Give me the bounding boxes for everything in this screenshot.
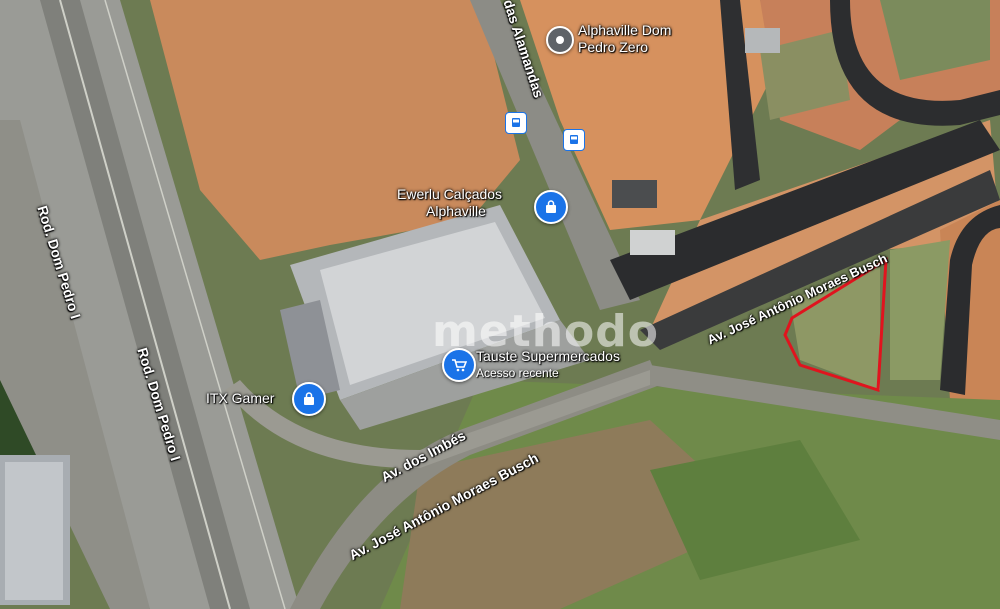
satellite-map[interactable]: methodo Alphaville Dom Pedro Zero Ewerlu… — [0, 0, 1000, 609]
poi-alphaville-line1[interactable]: Alphaville Dom — [578, 22, 671, 39]
shopping-bag-icon[interactable] — [292, 382, 326, 416]
poi-alphaville-line2[interactable]: Pedro Zero — [578, 39, 648, 56]
bus-stop-icon[interactable] — [563, 129, 585, 151]
poi-ewerlu-line1[interactable]: Ewerlu Calçados — [397, 186, 502, 203]
bus-stop-icon[interactable] — [505, 112, 527, 134]
shopping-cart-icon[interactable] — [442, 348, 476, 382]
poi-tauste-line2: Acesso recente — [476, 366, 559, 380]
poi-ewerlu-line2[interactable]: Alphaville — [426, 203, 486, 220]
poi-tauste-line1[interactable]: Tauste Supermercados — [476, 348, 620, 365]
place-icon[interactable] — [546, 26, 574, 54]
shopping-bag-icon[interactable] — [534, 190, 568, 224]
poi-itx-line1[interactable]: ITX Gamer — [206, 390, 274, 407]
satellite-imagery — [0, 0, 1000, 609]
